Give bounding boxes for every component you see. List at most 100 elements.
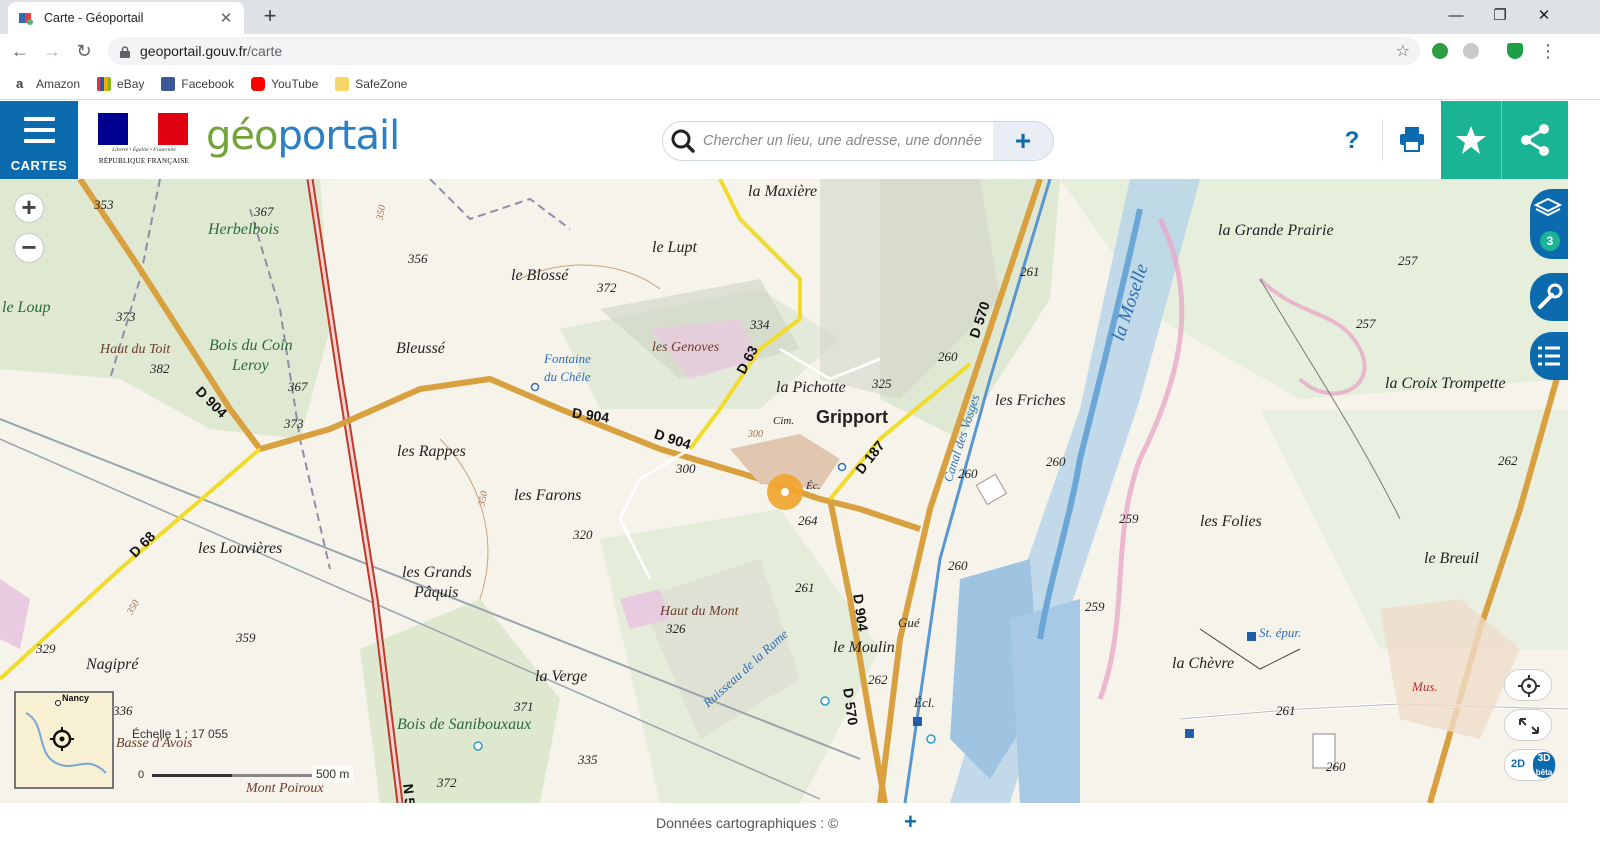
mode-3d-button[interactable]: 3D bêta <box>1533 752 1555 778</box>
elevation-label: 260 <box>1326 759 1346 774</box>
print-icon[interactable] <box>1396 123 1428 155</box>
reload-icon[interactable]: ↻ <box>72 39 96 63</box>
header-separator <box>1382 119 1383 161</box>
browser-tab[interactable]: Carte - Géoportail ✕ <box>8 2 244 34</box>
bookmark-label: YouTube <box>271 76 319 91</box>
mode-2d-label[interactable]: 2D <box>1511 758 1525 770</box>
place-label: du Chêle <box>544 369 591 384</box>
bookmark-label: Amazon <box>36 76 81 91</box>
search-icon[interactable] <box>663 121 703 161</box>
bookmark-star-icon[interactable]: ☆ <box>1396 41 1410 61</box>
place-label: la Verge <box>535 668 588 685</box>
place-label: Haut du Mont <box>660 604 739 619</box>
geoportail-favicon-icon <box>18 10 34 26</box>
minimize-icon[interactable]: — <box>1436 4 1476 28</box>
bookmark-ebay[interactable]: eBay <box>97 76 144 91</box>
bookmark-youtube[interactable]: YouTube <box>251 76 319 91</box>
beta-label: bêta <box>1535 768 1553 777</box>
mode-3d-label: 3D <box>1537 753 1551 764</box>
place-label: Mus. <box>1412 679 1438 694</box>
map-canvas[interactable]: la Maxière le Lupt le Blossé Herbelbois … <box>0 179 1568 803</box>
crosshair-icon <box>1518 675 1540 697</box>
attribution-expand-icon[interactable]: + <box>904 809 917 835</box>
view-mode-toggle[interactable]: 2D 3D bêta <box>1504 749 1556 781</box>
tab-close-icon[interactable]: ✕ <box>218 9 234 27</box>
place-label: les Genoves <box>652 340 720 355</box>
list-icon <box>1538 346 1560 366</box>
search-input[interactable] <box>703 133 993 149</box>
scale-text: Échelle 1 : 17 055 <box>132 727 229 741</box>
elevation-label: 261 <box>1020 264 1040 279</box>
geoportail-logo[interactable]: géoportail <box>206 113 400 159</box>
new-tab-icon[interactable]: + <box>258 4 282 28</box>
elevation-label: 367 <box>288 379 308 394</box>
elevation-label: 320 <box>573 527 593 542</box>
place-label: la Croix Trompette <box>1385 375 1506 392</box>
elevation-label: 259 <box>1085 599 1105 614</box>
place-label: Cim. <box>773 415 795 427</box>
place-label: Pâquis <box>414 584 459 601</box>
extension-shield-icon[interactable] <box>1507 43 1523 59</box>
overview-minimap[interactable]: Nancy <box>14 691 114 789</box>
republique-francaise-logo[interactable]: Liberté • Égalité • Fraternité RÉPUBLIQU… <box>98 113 190 169</box>
tools-button[interactable] <box>1530 273 1568 321</box>
bookmark-label: Facebook <box>181 76 235 91</box>
bookmark-facebook[interactable]: Facebook <box>161 76 235 91</box>
maximize-icon[interactable]: ❐ <box>1480 4 1520 28</box>
elevation-label: 326 <box>666 621 686 636</box>
place-label: Herbelbois <box>208 221 280 238</box>
cartes-menu-button[interactable]: CARTES <box>0 101 78 179</box>
elevation-label: 371 <box>514 699 534 714</box>
lock-icon <box>120 45 130 58</box>
zoom-in-button[interactable]: + <box>14 193 44 223</box>
browser-toolbar: ← → ↻ geoportail.gouv.fr/carte ☆ ⋮ <box>0 34 1600 68</box>
topographic-map-base <box>0 179 1568 803</box>
minimap-drawing <box>25 700 107 774</box>
scale-line <box>152 774 312 777</box>
bookmarks-bar: a Amazon eBay Facebook YouTube SafeZone <box>0 68 1600 100</box>
elevation-label: 382 <box>150 361 170 376</box>
elevation-label: 260 <box>1046 454 1066 469</box>
layers-button[interactable]: 3 <box>1530 189 1568 259</box>
browser-menu-icon[interactable]: ⋮ <box>1536 39 1560 63</box>
elevation-label: 260 <box>958 466 978 481</box>
elevation-label: 261 <box>795 580 815 595</box>
scale-distance: 500 m <box>312 765 354 783</box>
advanced-search-plus-icon[interactable]: + <box>993 122 1053 160</box>
share-icon[interactable] <box>1501 101 1568 179</box>
place-label: la Grande Prairie <box>1218 222 1334 239</box>
place-label: Bleussé <box>396 340 445 357</box>
youtube-icon <box>251 76 266 91</box>
geoportail-header: CARTES Liberté • Égalité • Fraternité RÉ… <box>0 101 1600 179</box>
elevation-label: 257 <box>1398 253 1418 268</box>
cartes-label: CARTES <box>10 158 68 173</box>
fullscreen-button[interactable] <box>1504 709 1552 741</box>
place-label: Fontaine <box>544 351 591 366</box>
place-label: St. épur. <box>1259 625 1302 640</box>
help-button[interactable]: ? <box>1336 125 1368 157</box>
back-icon[interactable]: ← <box>8 39 32 63</box>
bookmark-safezone[interactable]: SafeZone <box>335 76 407 91</box>
legend-list-button[interactable] <box>1530 332 1568 380</box>
elevation-label: 261 <box>1276 703 1296 718</box>
map-footer: Données cartographiques : © + <box>0 803 1600 843</box>
place-label: les Louvières <box>198 540 283 557</box>
favorites-star-icon[interactable] <box>1441 101 1501 179</box>
facebook-icon <box>161 76 176 91</box>
elevation-label: 329 <box>36 641 56 656</box>
zoom-out-button[interactable]: − <box>14 233 44 263</box>
address-bar[interactable]: geoportail.gouv.fr/carte ☆ <box>108 37 1420 65</box>
folder-icon <box>335 76 350 91</box>
elevation-label: 356 <box>408 251 428 266</box>
place-label: les Friches <box>995 392 1066 409</box>
place-label: le Blossé <box>511 267 569 284</box>
extension-ad-icon[interactable] <box>1432 43 1448 59</box>
elevation-label: 367 <box>254 204 274 219</box>
extension-drive-icon[interactable] <box>1463 43 1479 59</box>
search-box: + <box>662 121 1054 161</box>
window-close-icon[interactable]: ✕ <box>1524 4 1564 28</box>
marianne-flag-icon <box>98 113 188 145</box>
bookmark-amazon[interactable]: a Amazon <box>16 76 81 91</box>
geolocate-button[interactable] <box>1504 669 1552 701</box>
forward-icon[interactable]: → <box>40 39 64 63</box>
